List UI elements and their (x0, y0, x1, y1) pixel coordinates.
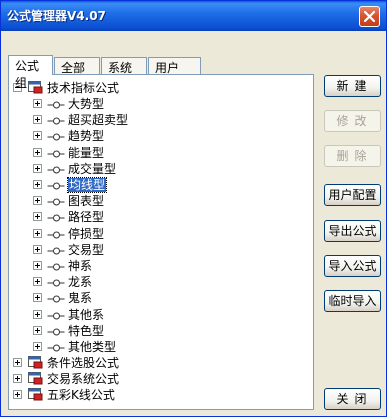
tree-item[interactable]: 大势型 (9, 96, 309, 112)
import-formula-button[interactable]: 导入公式 (324, 255, 381, 277)
tree-item[interactable]: 其他系 (9, 307, 309, 323)
tree-node-label[interactable]: 交易型 (68, 243, 104, 257)
title-bar[interactable]: 公式管理器V4.07 (1, 1, 386, 31)
expand-icon[interactable] (33, 310, 42, 319)
delete-button[interactable]: 删除 (324, 145, 381, 167)
expand-icon[interactable] (33, 148, 42, 157)
tree-group[interactable]: 交易系统公式 (9, 371, 309, 387)
formula-node-icon (47, 310, 65, 320)
new-button[interactable]: 新建 (324, 75, 381, 97)
tree-node-label[interactable]: 条件选股公式 (47, 356, 119, 370)
expand-icon[interactable] (33, 99, 42, 108)
expand-icon[interactable] (33, 261, 42, 270)
tree-node-label[interactable]: 鬼系 (68, 291, 92, 305)
tree-node-label[interactable]: 图表型 (68, 194, 104, 208)
tree-item[interactable]: 交易型 (9, 242, 309, 258)
formula-node-icon (47, 148, 65, 158)
expand-icon[interactable] (33, 277, 42, 286)
tree-node-label[interactable]: 其他系 (68, 308, 104, 322)
tree-node-label[interactable]: 均线型 (66, 177, 108, 193)
tree-item[interactable]: 停损型 (9, 226, 309, 242)
formula-node-icon (47, 115, 65, 125)
expand-icon[interactable] (13, 358, 22, 367)
tree-node-label[interactable]: 成交量型 (68, 162, 116, 176)
folder-icon (28, 388, 43, 401)
tree-item[interactable]: 趋势型 (9, 128, 309, 144)
tree-root[interactable]: 技术指标公式 (9, 80, 309, 96)
close-window-button[interactable] (359, 6, 380, 27)
expand-icon[interactable] (33, 196, 42, 205)
user-config-button[interactable]: 用户配置 (324, 184, 381, 206)
folder-icon (28, 372, 43, 385)
formula-node-icon (47, 326, 65, 336)
formula-node-icon (47, 261, 65, 271)
tree-node-label[interactable]: 超买超卖型 (68, 113, 128, 127)
tree-node-label[interactable]: 龙系 (68, 275, 92, 289)
expand-icon[interactable] (13, 374, 22, 383)
expand-icon[interactable] (33, 229, 42, 238)
folder-icon (28, 81, 43, 94)
expand-icon[interactable] (33, 131, 42, 140)
tree-item[interactable]: 超买超卖型 (9, 112, 309, 128)
formula-node-icon (47, 229, 65, 239)
formula-node-icon (47, 212, 65, 222)
tab-user[interactable]: 用户 (148, 57, 201, 75)
tree-item[interactable]: 成交量型 (9, 161, 309, 177)
tree-node-label[interactable]: 大势型 (68, 97, 104, 111)
formula-tree[interactable]: 技术指标公式 大势型超买超卖型趋势型能量型成交量型 均线型 图表型路径型停损型交易型神… (8, 74, 314, 410)
tree-item[interactable]: 均线型 (9, 177, 309, 193)
tree-group[interactable]: 五彩K线公式 (9, 387, 309, 403)
tree-item[interactable]: 图表型 (9, 193, 309, 209)
tab-formula-group[interactable]: 公式组 (8, 55, 53, 90)
tree-item[interactable]: 其他类型 (9, 339, 309, 355)
formula-node-icon (47, 99, 65, 109)
tab-system[interactable]: 系统 (101, 57, 147, 75)
tree-node-label[interactable]: 技术指标公式 (47, 81, 119, 95)
tree-group[interactable]: 条件选股公式 (9, 355, 309, 371)
tab-all[interactable]: 全部 (54, 57, 100, 75)
tree-node-label[interactable]: 趋势型 (68, 129, 104, 143)
tree-node-label[interactable]: 神系 (68, 259, 92, 273)
formula-node-icon (47, 131, 65, 141)
expand-icon[interactable] (33, 326, 42, 335)
expand-icon[interactable] (33, 115, 42, 124)
expand-icon[interactable] (33, 212, 42, 221)
expand-icon[interactable] (33, 180, 42, 189)
temp-import-button[interactable]: 临时导入 (324, 290, 381, 312)
tree-node-label[interactable]: 交易系统公式 (47, 372, 119, 386)
tree-item[interactable]: 神系 (9, 258, 309, 274)
expand-icon[interactable] (13, 390, 22, 399)
tree-item[interactable]: 鬼系 (9, 290, 309, 306)
folder-icon (28, 356, 43, 369)
formula-node-icon (47, 245, 65, 255)
tree-item[interactable]: 路径型 (9, 209, 309, 225)
tree-node-label[interactable]: 路径型 (68, 210, 104, 224)
tree-node-label[interactable]: 特色型 (68, 324, 104, 338)
tree-item[interactable]: 特色型 (9, 323, 309, 339)
close-icon (364, 11, 375, 22)
tree-node-label[interactable]: 其他类型 (68, 340, 116, 354)
tree-item[interactable]: 能量型 (9, 145, 309, 161)
modify-button[interactable]: 修改 (324, 110, 381, 132)
tree-node-label[interactable]: 停损型 (68, 227, 104, 241)
formula-node-icon (47, 180, 65, 190)
expand-icon[interactable] (33, 245, 42, 254)
window-title: 公式管理器V4.07 (7, 9, 106, 23)
close-button[interactable]: 关闭 (324, 388, 381, 410)
tree-item[interactable]: 龙系 (9, 274, 309, 290)
export-formula-button[interactable]: 导出公式 (324, 220, 381, 242)
expand-icon[interactable] (33, 342, 42, 351)
expand-icon[interactable] (33, 164, 42, 173)
formula-node-icon (47, 293, 65, 303)
expand-icon[interactable] (33, 293, 42, 302)
tree-node-label[interactable]: 五彩K线公式 (47, 388, 115, 402)
formula-node-icon (47, 196, 65, 206)
formula-manager-window: 公式管理器V4.07 公式组 全部 系统 用户 技术指标公式 大势型超买超卖型趋势… (0, 0, 387, 417)
formula-node-icon (47, 342, 65, 352)
formula-node-icon (47, 164, 65, 174)
formula-node-icon (47, 277, 65, 287)
tree-node-label[interactable]: 能量型 (68, 146, 104, 160)
